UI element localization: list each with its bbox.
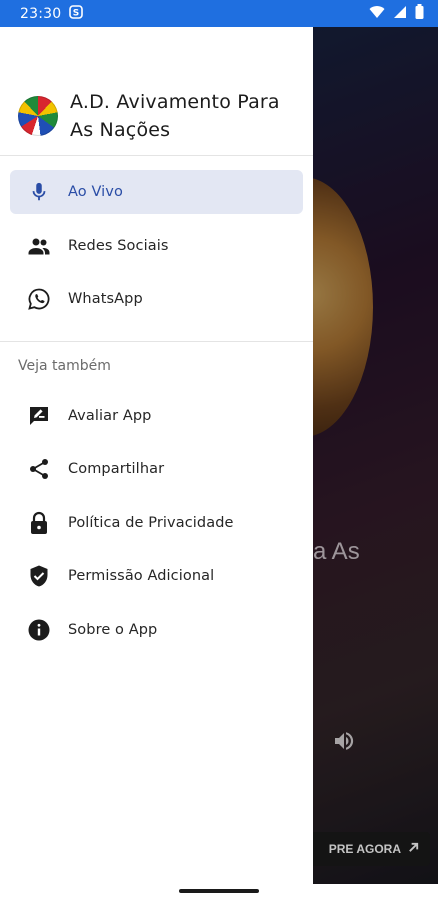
buy-now-button[interactable]: PRE AGORA (313, 832, 430, 866)
battery-icon (415, 4, 424, 23)
menu-item-avaliar-app[interactable]: Avaliar App (10, 394, 303, 438)
menu-item-label: Permissão Adicional (68, 568, 215, 584)
people-icon (26, 233, 52, 259)
status-time: 23:30 (20, 5, 62, 22)
share-icon (26, 456, 52, 482)
background-title: ra As (313, 538, 360, 565)
microphone-icon (26, 179, 52, 205)
volume-icon[interactable] (331, 729, 357, 757)
svg-text:S: S (73, 8, 79, 18)
navigation-drawer: A.D. Avivamento Para As Nações Ao Vivo R… (0, 27, 313, 884)
app-title-line2: As Nações (70, 119, 171, 141)
section-label: Veja também (18, 357, 111, 374)
rate-review-icon (26, 403, 52, 429)
info-icon (26, 617, 52, 643)
drawer-header: A.D. Avivamento Para As Nações (0, 27, 313, 155)
menu-item-label: WhatsApp (68, 291, 143, 307)
menu-item-label: Política de Privacidade (68, 514, 234, 531)
secondary-menu: Avaliar App Compartilhar Política de Pri… (0, 386, 313, 652)
menu-item-label: Avaliar App (68, 407, 152, 424)
menu-item-compartilhar[interactable]: Compartilhar (10, 447, 303, 491)
menu-item-label: Sobre o App (68, 621, 158, 638)
background-app-content[interactable]: ra As PRE AGORA (313, 27, 438, 900)
wifi-icon (369, 5, 385, 23)
primary-menu: Ao Vivo Redes Sociais WhatsApp (0, 156, 313, 341)
menu-item-permissao-adicional[interactable]: Permissão Adicional (10, 554, 303, 598)
menu-item-whatsapp[interactable]: WhatsApp (10, 277, 303, 321)
signal-icon (393, 5, 407, 23)
app-title-line1: A.D. Avivamento Para (70, 91, 280, 113)
globe-artwork (313, 177, 373, 437)
menu-item-label: Redes Sociais (68, 237, 169, 254)
buy-now-label: PRE AGORA (328, 842, 401, 856)
menu-item-sobre-app[interactable]: Sobre o App (10, 608, 303, 652)
lock-icon (26, 510, 52, 536)
menu-item-redes-sociais[interactable]: Redes Sociais (10, 224, 303, 268)
menu-item-politica-privacidade[interactable]: Política de Privacidade (10, 501, 303, 545)
menu-item-label: Compartilhar (68, 461, 165, 477)
s-circle-icon: S (69, 4, 84, 23)
status-icons (369, 4, 424, 23)
arrow-up-right-icon (407, 841, 420, 857)
status-bar: 23:30 S (0, 0, 438, 27)
app-title: A.D. Avivamento Para As Nações (70, 88, 280, 144)
shield-check-icon (26, 563, 52, 589)
app-logo (18, 96, 58, 136)
gesture-navigation-bar (0, 884, 438, 900)
menu-item-ao-vivo[interactable]: Ao Vivo (10, 170, 303, 214)
menu-item-label: Ao Vivo (68, 184, 123, 200)
whatsapp-icon (26, 286, 52, 312)
home-gesture-handle[interactable] (179, 889, 259, 893)
